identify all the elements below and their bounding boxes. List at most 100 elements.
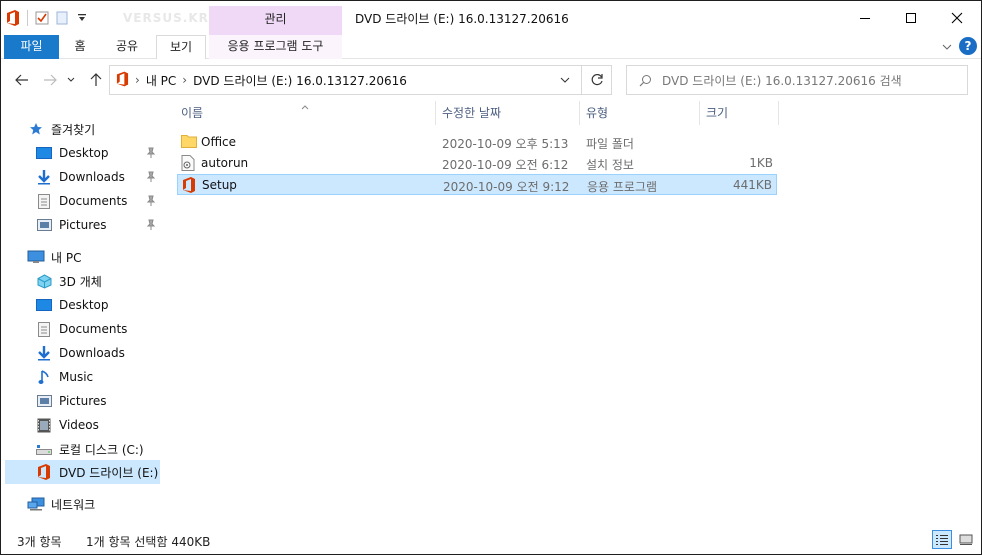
nav-pc-music[interactable]: Music — [35, 365, 160, 389]
up-button[interactable] — [87, 71, 105, 89]
file-name: Office — [201, 135, 237, 149]
computer-icon — [27, 249, 45, 265]
download-icon — [35, 169, 53, 185]
network-icon — [27, 496, 45, 512]
nav-label: Downloads — [59, 170, 125, 184]
chevron-down-icon — [67, 77, 75, 82]
tab-home[interactable]: 홈 — [64, 35, 96, 59]
nav-pc-pictures[interactable]: Pictures — [35, 389, 160, 413]
nav-pc-dvd-drive[interactable]: DVD 드라이브 (E:) — [5, 460, 160, 484]
file-list: 이름 수정한 날짜 유형 크기 Office 2020-10-09 오후 5:1… — [163, 99, 981, 524]
column-divider[interactable] — [579, 101, 580, 125]
desktop-icon — [35, 145, 53, 161]
file-date: 2020-10-09 오후 5:13 — [442, 137, 569, 151]
nav-label: Music — [59, 370, 94, 384]
close-icon — [951, 12, 963, 24]
nav-network[interactable]: 네트워크 — [27, 492, 160, 516]
navigation-pane: 즐겨찾기 Desktop Downloads Documents Picture… — [1, 99, 162, 524]
column-header-type[interactable]: 유형 — [586, 99, 698, 127]
address-history-button[interactable] — [557, 72, 573, 88]
new-folder-icon[interactable] — [54, 10, 70, 26]
tab-application-tools[interactable]: 응용 프로그램 도구 — [209, 35, 342, 59]
nav-label: Pictures — [59, 394, 107, 408]
nav-pc-local-disk[interactable]: 로컬 디스크 (C:) — [35, 437, 160, 461]
hard-drive-icon — [35, 441, 53, 457]
refresh-button[interactable] — [581, 66, 611, 94]
pictures-icon — [35, 393, 53, 409]
arrow-right-icon — [44, 74, 57, 86]
refresh-icon — [591, 73, 603, 86]
pin-icon[interactable] — [146, 219, 156, 231]
file-name: Setup — [202, 178, 237, 192]
documents-icon — [35, 321, 53, 337]
nav-label: 3D 개체 — [59, 274, 102, 289]
pin-icon[interactable] — [146, 195, 156, 207]
nav-pc-videos[interactable]: Videos — [35, 413, 160, 437]
nav-pc-3d-objects[interactable]: 3D 개체 — [35, 269, 160, 293]
nav-quick-downloads[interactable]: Downloads — [35, 165, 160, 189]
help-button[interactable]: ? — [959, 37, 977, 55]
cube-icon — [35, 273, 53, 289]
tab-file[interactable]: 파일 — [4, 35, 59, 59]
nav-quick-desktop[interactable]: Desktop — [35, 141, 160, 165]
nav-quick-documents[interactable]: Documents — [35, 189, 160, 213]
file-row-setup[interactable]: Setup 2020-10-09 오전 9:12 응용 프로그램 441KB — [177, 174, 777, 195]
file-row-office[interactable]: Office 2020-10-09 오후 5:13 파일 폴더 — [177, 132, 777, 153]
minimize-button[interactable] — [842, 1, 888, 35]
details-view-button[interactable] — [932, 530, 952, 549]
close-button[interactable] — [934, 1, 980, 35]
maximize-button[interactable] — [888, 1, 934, 35]
column-header-size[interactable]: 크기 — [706, 99, 776, 127]
drive-office-icon — [116, 71, 129, 90]
nav-pc-downloads[interactable]: Downloads — [35, 341, 160, 365]
nav-pc-desktop[interactable]: Desktop — [35, 293, 160, 317]
nav-label: 내 PC — [51, 250, 82, 265]
file-name: autorun — [201, 156, 249, 170]
properties-icon[interactable] — [34, 10, 50, 26]
manage-tab[interactable]: 관리 — [209, 6, 342, 35]
breadcrumb-dvd-drive[interactable]: DVD 드라이브 (E:) 16.0.13127.20616 — [193, 72, 407, 89]
desktop-icon — [35, 297, 53, 313]
breadcrumb: › 내 PC › DVD 드라이브 (E:) 16.0.13127.20616 — [116, 66, 407, 94]
column-divider[interactable] — [778, 101, 779, 125]
tab-view[interactable]: 보기 — [156, 35, 206, 59]
search-placeholder: DVD 드라이브 (E:) 16.0.13127.20616 검색 — [662, 73, 902, 88]
forward-button[interactable] — [41, 71, 59, 89]
chevron-down-icon — [942, 44, 952, 50]
back-button[interactable] — [13, 71, 31, 89]
large-icons-view-button[interactable] — [956, 530, 976, 549]
tab-share[interactable]: 공유 — [108, 35, 146, 59]
pin-icon[interactable] — [146, 147, 156, 159]
column-header-date[interactable]: 수정한 날짜 — [442, 99, 578, 127]
column-header-name[interactable]: 이름 — [181, 99, 431, 127]
file-date: 2020-10-09 오전 9:12 — [443, 180, 570, 194]
column-divider[interactable] — [699, 101, 700, 125]
breadcrumb-this-pc[interactable]: 내 PC — [146, 72, 176, 89]
office-setup-icon — [182, 177, 198, 193]
nav-label: Downloads — [59, 346, 125, 360]
maximize-icon — [906, 13, 916, 23]
watermark: VERSUS.KR — [123, 11, 209, 25]
nav-pc-documents[interactable]: Documents — [35, 317, 160, 341]
search-box[interactable]: DVD 드라이브 (E:) 16.0.13127.20616 검색 — [626, 65, 968, 95]
nav-quick-pictures[interactable]: Pictures — [35, 213, 160, 237]
pin-icon[interactable] — [146, 171, 156, 183]
nav-this-pc[interactable]: 내 PC — [27, 245, 160, 269]
customize-qat-icon[interactable] — [74, 10, 90, 26]
large-icons-view-icon — [959, 534, 973, 545]
help-icon: ? — [964, 39, 972, 53]
nav-quick-access[interactable]: 즐겨찾기 — [27, 117, 182, 141]
breadcrumb-separator-icon[interactable]: › — [135, 73, 140, 87]
settings-file-icon — [181, 155, 197, 171]
explorer-window: VERSUS.KR 관리 DVD 드라이브 (E:) 16.0.13127.20… — [0, 0, 982, 555]
office-app-icon[interactable] — [5, 10, 21, 26]
address-bar[interactable]: › 내 PC › DVD 드라이브 (E:) 16.0.13127.20616 — [109, 65, 612, 95]
arrow-left-icon — [15, 74, 28, 86]
expand-ribbon-button[interactable] — [939, 39, 955, 55]
nav-label: Desktop — [59, 146, 109, 160]
breadcrumb-separator-icon[interactable]: › — [182, 73, 187, 87]
file-row-autorun[interactable]: autorun 2020-10-09 오전 6:12 설치 정보 1KB — [177, 153, 777, 174]
recent-locations-button[interactable] — [65, 71, 77, 89]
file-date: 2020-10-09 오전 6:12 — [442, 158, 569, 172]
column-divider[interactable] — [435, 101, 436, 125]
